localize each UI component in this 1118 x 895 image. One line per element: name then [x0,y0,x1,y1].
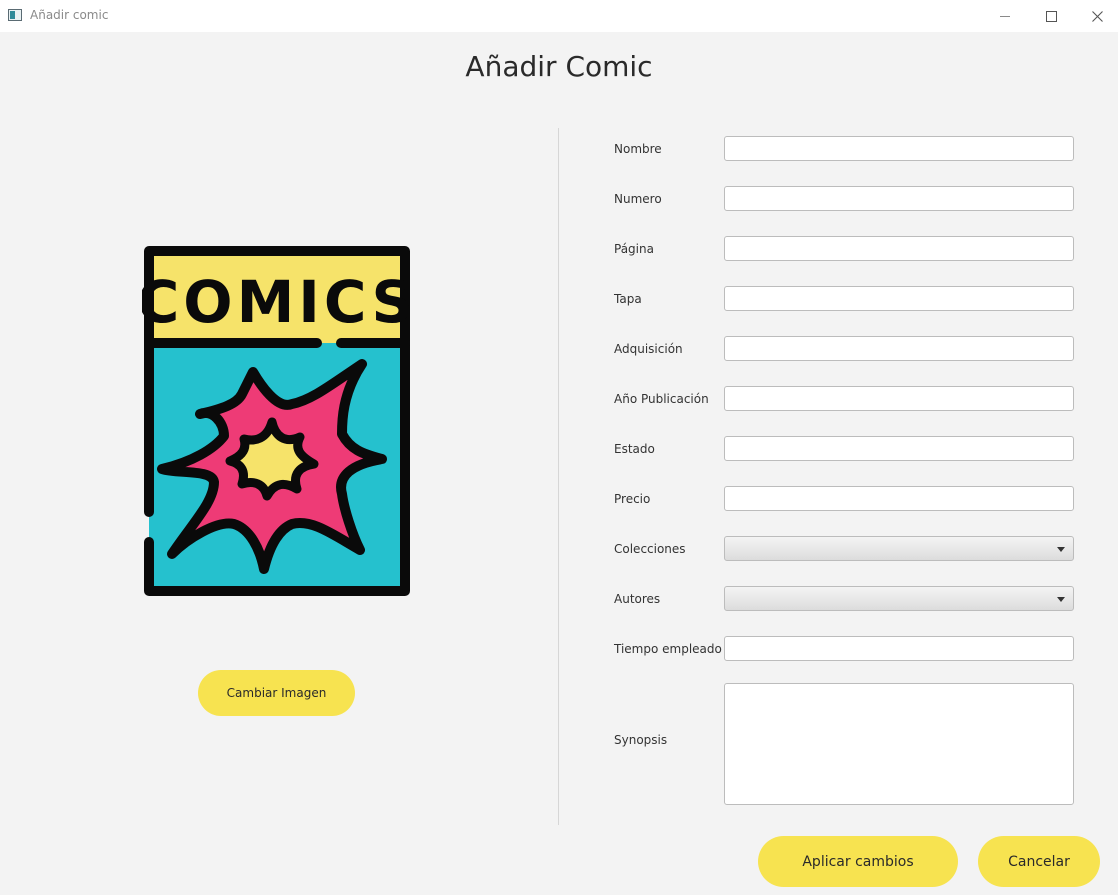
autores-dropdown[interactable] [724,586,1074,611]
autores-label: Autores [614,592,661,606]
window-title: Añadir comic [30,8,109,22]
apply-changes-button[interactable]: Aplicar cambios [758,836,958,887]
tapa-input[interactable] [724,286,1074,311]
maximize-icon [1045,10,1057,22]
estado-input[interactable] [724,436,1074,461]
change-image-button[interactable]: Cambiar Imagen [198,670,355,716]
nombre-input[interactable] [724,136,1074,161]
nombre-label: Nombre [614,142,662,156]
numero-label: Numero [614,192,662,206]
minimize-button[interactable] [982,0,1028,32]
pagina-label: Página [614,242,654,256]
adquisicion-input[interactable] [724,336,1074,361]
close-icon [1091,10,1103,22]
app-icon [8,9,22,21]
cover-title: COMICS [142,268,412,336]
maximize-button[interactable] [1028,0,1074,32]
synopsis-textarea[interactable] [724,683,1074,805]
colecciones-label: Colecciones [614,542,686,556]
precio-label: Precio [614,492,651,506]
chevron-down-icon [1057,597,1065,602]
pagina-input[interactable] [724,236,1074,261]
numero-input[interactable] [724,186,1074,211]
chevron-down-icon [1057,547,1065,552]
tiempo-empleado-input[interactable] [724,636,1074,661]
anio-publicacion-input[interactable] [724,386,1074,411]
colecciones-dropdown[interactable] [724,536,1074,561]
tapa-label: Tapa [614,292,642,306]
minimize-icon [1000,15,1010,17]
close-button[interactable] [1074,0,1118,32]
precio-input[interactable] [724,486,1074,511]
page-title: Añadir Comic [465,50,653,83]
cancel-button[interactable]: Cancelar [978,836,1100,887]
vertical-divider [558,128,559,825]
anio-publicacion-label: Año Publicación [614,392,709,406]
window-titlebar: Añadir comic [0,0,1118,32]
tiempo-empleado-label: Tiempo empleado [614,642,722,656]
estado-label: Estado [614,442,655,456]
comic-cover-icon: COMICS [142,246,412,596]
adquisicion-label: Adquisición [614,342,683,356]
synopsis-label: Synopsis [614,733,668,747]
